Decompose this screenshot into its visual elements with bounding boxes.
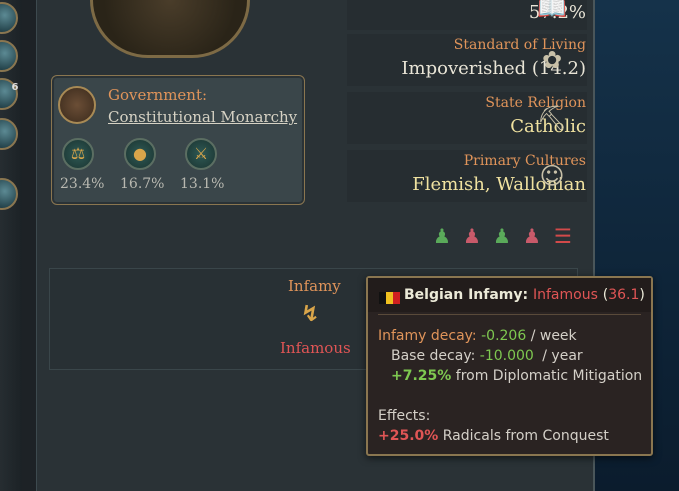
effects-label: Effects: [378,408,431,424]
tooltip-country: Belgian [404,287,464,303]
government-icon [58,86,96,124]
infamy-title: Infamy [288,277,341,295]
infamy-value: Infamous [280,339,351,357]
pop-icon[interactable]: ♟ [461,224,483,250]
decay-unit: / week [530,328,577,344]
pop-icon[interactable]: ♟ [521,224,543,250]
mitigation-line: +7.25% from Diplomatic Mitigation [391,368,642,384]
intelligentsia-icon[interactable]: ● [124,138,156,170]
ig-percentage: 13.1% [180,176,225,192]
government-type-link[interactable]: Constitutional Monarchy [108,108,297,126]
notification-count: 6 [11,82,19,93]
effect-label: Radicals from Conquest [442,428,609,444]
pop-icon[interactable]: ♟ [491,224,513,250]
tooltip-status: Infamous [532,287,598,303]
decay-value: -0.206 [481,328,527,344]
pop-icon[interactable]: ♟ [431,224,453,250]
mitigation-value: +7.25% [391,368,452,384]
book-icon: 📖 [537,0,567,22]
base-decay-line: Base decay: -10.000 / year [391,348,583,364]
tooltip-title: Belgian Infamy: Infamous (36.1) [404,287,645,303]
mitigation-label: from Diplomatic Mitigation [455,368,643,384]
base-decay-label: Base decay: [391,348,476,364]
government-label: Government: [108,86,208,104]
ig-percentage: 16.7% [120,176,165,192]
ig-percentage: 23.4% [60,176,105,192]
tooltip-score: 36.1 [608,287,640,303]
effect-line: +25.0% Radicals from Conquest [378,428,609,444]
papal-keys-icon: ⛏ [536,104,568,132]
masks-icon: ☺ [539,162,565,190]
armed-forces-icon[interactable]: ⚔ [185,138,217,170]
tooltip-divider [378,314,641,315]
left-outliner-strip [0,0,22,491]
effect-value: +25.0% [378,428,439,444]
base-decay-unit: / year [542,348,583,364]
base-decay-value: -10.000 [479,348,534,364]
decay-label: Infamy decay: [378,328,477,344]
decay-line: Infamy decay: -0.206 / week [378,328,577,344]
landowners-icon[interactable]: ⚖ [62,138,94,170]
infamy-tooltip: Belgian Infamy: Infamous (36.1) Infamy d… [366,276,653,456]
tooltip-title-label: Infamy: [468,287,529,303]
belgium-flag-icon [379,292,400,304]
wheat-icon: ✿ [541,46,563,74]
coins-icon[interactable]: ☰ [552,224,574,250]
lightning-icon[interactable]: ↯ [301,302,319,327]
